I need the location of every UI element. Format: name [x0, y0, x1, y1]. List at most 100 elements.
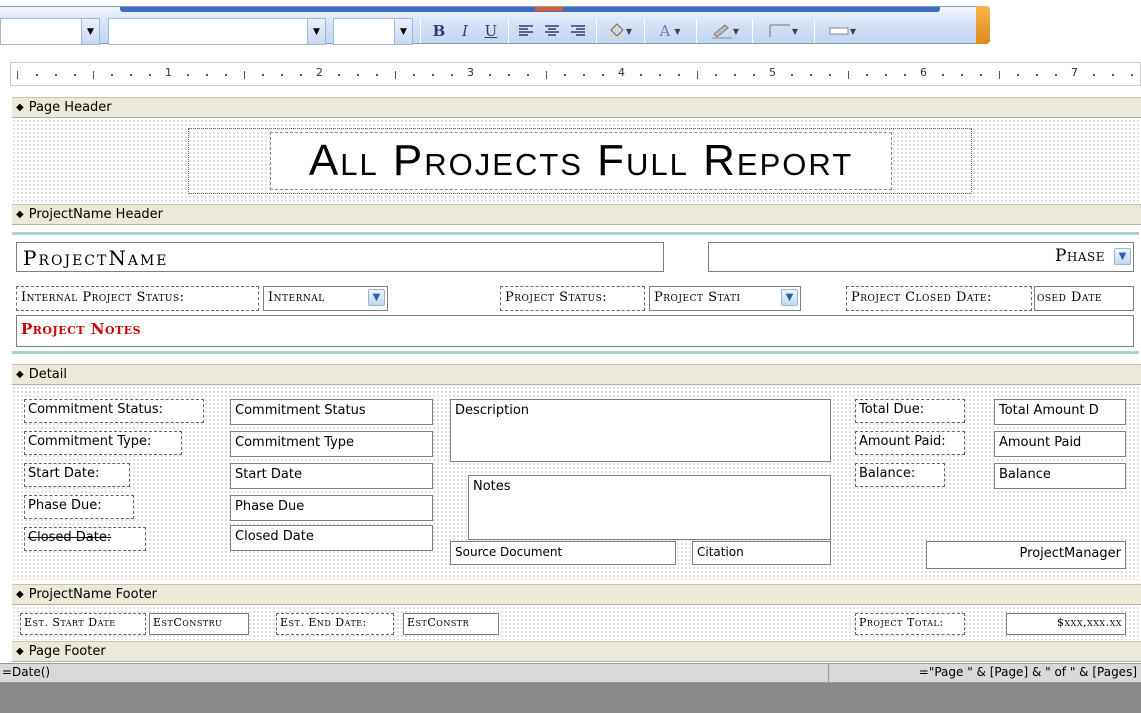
- est-start-field[interactable]: EstConstru: [149, 613, 249, 635]
- chevron-down-icon: ▼: [674, 26, 681, 36]
- commitment-type-field[interactable]: Commitment Type: [230, 431, 433, 457]
- band-arrow-icon: ◆: [16, 589, 24, 600]
- report-title[interactable]: All Projects Full Report: [270, 132, 892, 190]
- pencil-icon: [711, 24, 732, 39]
- balance-label[interactable]: Balance:: [855, 463, 945, 487]
- object-combo[interactable]: ▼: [0, 18, 100, 45]
- balance-field[interactable]: Balance: [994, 463, 1126, 489]
- start-date-label[interactable]: Start Date:: [24, 463, 130, 487]
- project-status-combo[interactable]: Project Stati ▼: [649, 286, 801, 311]
- ruler-mark: [130, 74, 133, 76]
- ruler-number: 4: [618, 66, 625, 79]
- amount-paid-label[interactable]: Amount Paid:: [855, 431, 965, 455]
- est-end-field[interactable]: EstConstr: [403, 613, 499, 635]
- phase-combo[interactable]: Phase ▼: [708, 242, 1134, 272]
- internal-status-label[interactable]: Internal Project Status:: [16, 286, 259, 311]
- align-left-button[interactable]: [514, 19, 538, 43]
- font-name-combo[interactable]: ▼: [108, 18, 326, 45]
- ruler-mark: [828, 74, 831, 76]
- amount-paid-field[interactable]: Amount Paid: [994, 431, 1126, 457]
- band-projectname-header[interactable]: ◆ ProjectName Header: [12, 204, 1141, 225]
- commitment-status-field[interactable]: Commitment Status: [230, 399, 433, 425]
- project-total-label[interactable]: Project Total:: [855, 613, 965, 635]
- band-detail[interactable]: ◆ Detail: [12, 364, 1141, 385]
- ruler-mark: [432, 74, 435, 76]
- internal-status-combo[interactable]: Internal ▼: [263, 286, 388, 311]
- project-closed-date-field[interactable]: osed Date: [1034, 286, 1134, 311]
- ruler-mark: [583, 74, 586, 76]
- date-expression-field[interactable]: =Date(): [2, 665, 50, 679]
- horizontal-ruler[interactable]: 1 2 3 4 5 6 7: [10, 62, 1141, 86]
- closed-date-label[interactable]: Closed Date:: [24, 527, 146, 551]
- commitment-status-label[interactable]: Commitment Status:: [24, 399, 204, 423]
- toolbar-separator: [814, 19, 815, 43]
- toolbar-separator: [596, 19, 597, 43]
- project-name-field[interactable]: ProjectName: [16, 242, 664, 272]
- page-footer-section[interactable]: =Date() ="Page " & [Page] & " of " & [Pa…: [0, 663, 1141, 683]
- band-arrow-icon: ◆: [16, 369, 24, 380]
- align-right-button[interactable]: [566, 19, 590, 43]
- source-document-field[interactable]: Source Document: [450, 541, 676, 565]
- commitment-type-label[interactable]: Commitment Type:: [24, 431, 182, 455]
- line-color-button[interactable]: ▼: [702, 19, 748, 43]
- border-width-button[interactable]: ▼: [758, 19, 808, 43]
- band-label: Detail: [28, 367, 67, 382]
- chevron-down-icon[interactable]: ▼: [394, 19, 412, 44]
- ruler-mark: [224, 74, 227, 76]
- chevron-down-icon: ▼: [791, 26, 799, 36]
- fill-color-button[interactable]: ▼: [602, 19, 638, 43]
- ruler-mark: [186, 74, 189, 76]
- ruler-mark: [17, 71, 18, 79]
- citation-field[interactable]: Citation: [692, 541, 831, 565]
- ruler-mark: [300, 74, 303, 76]
- toolbar-options-grip[interactable]: [976, 6, 990, 44]
- section-projectname-footer[interactable]: Est. Start Date EstConstru Est. End Date…: [12, 606, 1141, 640]
- phase-due-label[interactable]: Phase Due:: [24, 495, 134, 519]
- toolbar-body: ▼ ▼ ▼ B I U ▼ A ▼ ▼ ▼ ▼: [0, 6, 990, 45]
- description-field[interactable]: Description: [450, 399, 831, 462]
- bold-button[interactable]: B: [428, 19, 450, 43]
- footer-divider: [828, 664, 829, 682]
- project-total-field[interactable]: $xxx,xxx.xx: [1006, 613, 1126, 635]
- chevron-down-icon[interactable]: ▼: [781, 289, 798, 306]
- design-surface-empty: [0, 683, 1141, 713]
- total-due-label[interactable]: Total Due:: [855, 399, 965, 423]
- underline-button[interactable]: U: [480, 19, 502, 43]
- chevron-down-icon[interactable]: ▼: [1114, 248, 1131, 265]
- page-number-expression-field[interactable]: ="Page " & [Page] & " of " & [Pages]: [919, 665, 1137, 679]
- closed-date-field[interactable]: Closed Date: [230, 525, 433, 551]
- ruler-mark: [677, 74, 680, 76]
- font-size-combo[interactable]: ▼: [333, 18, 413, 45]
- chevron-down-icon[interactable]: ▼: [81, 19, 99, 44]
- align-center-button[interactable]: [540, 19, 564, 43]
- band-page-footer[interactable]: ◆ Page Footer: [12, 641, 1141, 662]
- chevron-down-icon[interactable]: ▼: [307, 19, 325, 44]
- ruler-mark: [790, 74, 793, 76]
- project-manager-field[interactable]: ProjectManager: [926, 541, 1126, 569]
- ruler-mark: [54, 74, 57, 76]
- phase-due-field[interactable]: Phase Due: [230, 495, 433, 521]
- chevron-down-icon[interactable]: ▼: [368, 289, 385, 306]
- header-rule-bottom: [12, 351, 1139, 354]
- notes-field[interactable]: Notes: [468, 475, 831, 540]
- ruler-mark: [1111, 74, 1114, 76]
- special-effect-button[interactable]: ▼: [820, 19, 864, 43]
- section-detail[interactable]: Commitment Status: Commitment Status Com…: [12, 386, 1141, 580]
- band-label: Page Header: [28, 100, 112, 115]
- ruler-mark: [885, 74, 888, 76]
- est-start-label[interactable]: Est. Start Date: [20, 613, 146, 635]
- total-due-field[interactable]: Total Amount D: [994, 399, 1126, 425]
- band-page-header[interactable]: ◆ Page Header: [12, 97, 1141, 118]
- start-date-field[interactable]: Start Date: [230, 463, 433, 489]
- project-closed-date-label[interactable]: Project Closed Date:: [846, 286, 1032, 311]
- italic-button[interactable]: I: [454, 19, 476, 43]
- est-end-label[interactable]: Est. End Date:: [276, 613, 394, 635]
- toolbar-title-strip: [120, 7, 940, 12]
- font-color-button[interactable]: A ▼: [650, 19, 690, 43]
- section-projectname-header[interactable]: ProjectName Phase ▼ Internal Project Sta…: [12, 226, 1141, 360]
- section-page-header[interactable]: All Projects Full Report: [12, 119, 1141, 203]
- project-status-label[interactable]: Project Status:: [500, 286, 645, 311]
- band-projectname-footer[interactable]: ◆ ProjectName Footer: [12, 584, 1141, 605]
- project-notes-field[interactable]: Project Notes: [16, 315, 1134, 347]
- toolbar-separator: [508, 19, 509, 43]
